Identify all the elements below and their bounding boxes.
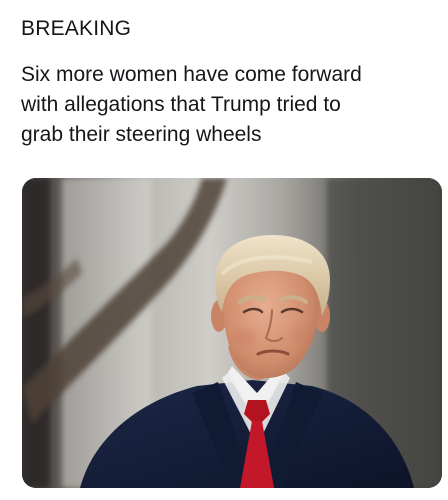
post-text-line: grab their steering wheels — [21, 123, 262, 146]
portrait-image — [22, 178, 442, 488]
breaking-label: BREAKING — [21, 17, 132, 40]
post-photo[interactable] — [22, 178, 442, 488]
post-text: Six more women have come forward with al… — [21, 60, 441, 150]
post-text-line: Six more women have come forward — [21, 63, 362, 86]
post: BREAKING Six more women have come forwar… — [0, 0, 448, 500]
post-text-line: with allegations that Trump tried to — [21, 93, 341, 116]
